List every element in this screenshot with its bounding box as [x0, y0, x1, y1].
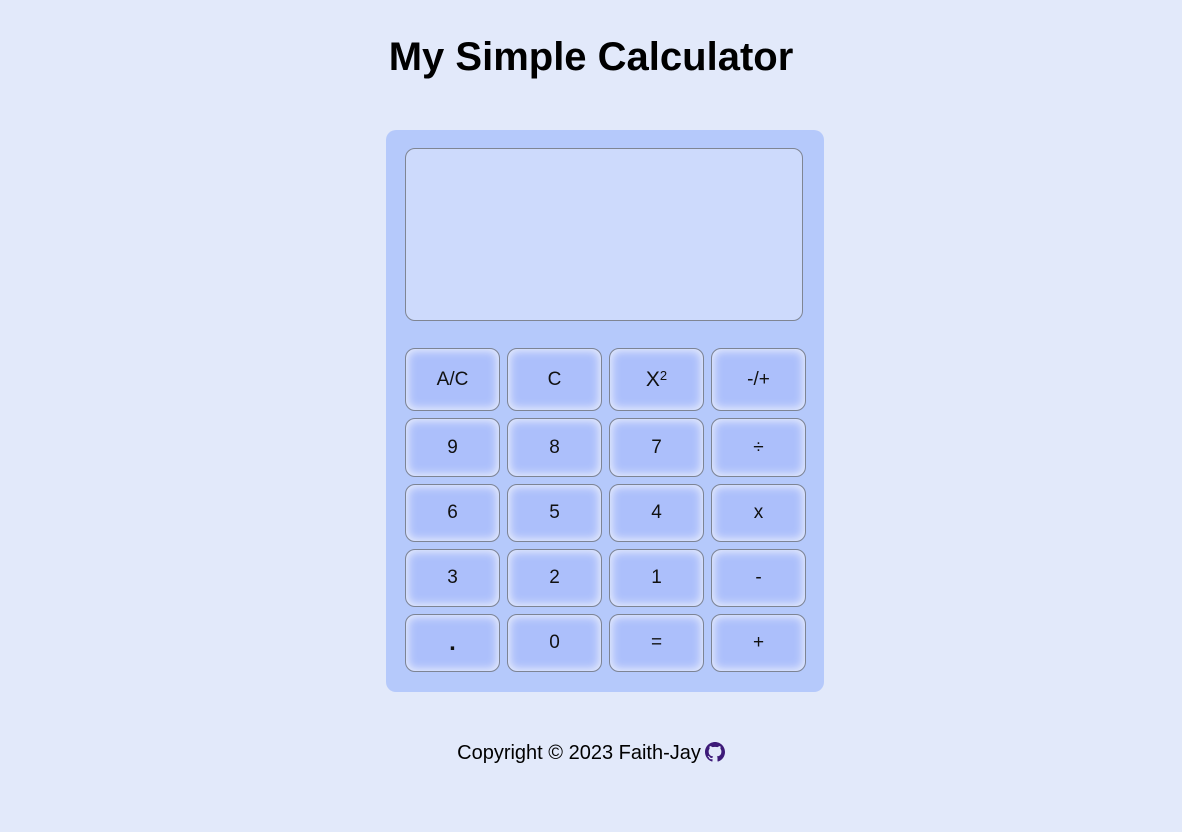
- digit-9-button[interactable]: 9: [405, 418, 500, 477]
- multiply-button[interactable]: x: [711, 484, 806, 542]
- digit-1-button[interactable]: 1: [609, 549, 704, 607]
- square-exponent: 2: [659, 368, 668, 383]
- footer: Copyright © 2023 Faith-Jay: [0, 741, 1182, 765]
- calculator: A/C C X2 -/+ 9 8 7 ÷ 6 5 4 x 3 2 1 - . 0…: [386, 130, 824, 692]
- square-base: X: [645, 367, 660, 391]
- equals-button[interactable]: =: [609, 614, 704, 672]
- digit-2-button[interactable]: 2: [507, 549, 602, 607]
- copyright-text: Copyright © 2023 Faith-Jay: [457, 742, 701, 764]
- square-button[interactable]: X2: [609, 348, 704, 411]
- digit-8-button[interactable]: 8: [507, 418, 602, 477]
- add-button[interactable]: +: [711, 614, 806, 672]
- digit-4-button[interactable]: 4: [609, 484, 704, 542]
- digit-0-button[interactable]: 0: [507, 614, 602, 672]
- digit-3-button[interactable]: 3: [405, 549, 500, 607]
- digit-7-button[interactable]: 7: [609, 418, 704, 477]
- digit-5-button[interactable]: 5: [507, 484, 602, 542]
- page-title: My Simple Calculator: [388, 35, 794, 79]
- calculator-display: [405, 148, 803, 321]
- github-icon[interactable]: [704, 742, 725, 762]
- decimal-button[interactable]: .: [405, 614, 500, 672]
- digit-6-button[interactable]: 6: [405, 484, 500, 542]
- all-clear-button[interactable]: A/C: [405, 348, 500, 411]
- negate-button[interactable]: -/+: [711, 348, 806, 411]
- subtract-button[interactable]: -: [711, 549, 806, 607]
- divide-button[interactable]: ÷: [711, 418, 806, 477]
- clear-button[interactable]: C: [507, 348, 602, 411]
